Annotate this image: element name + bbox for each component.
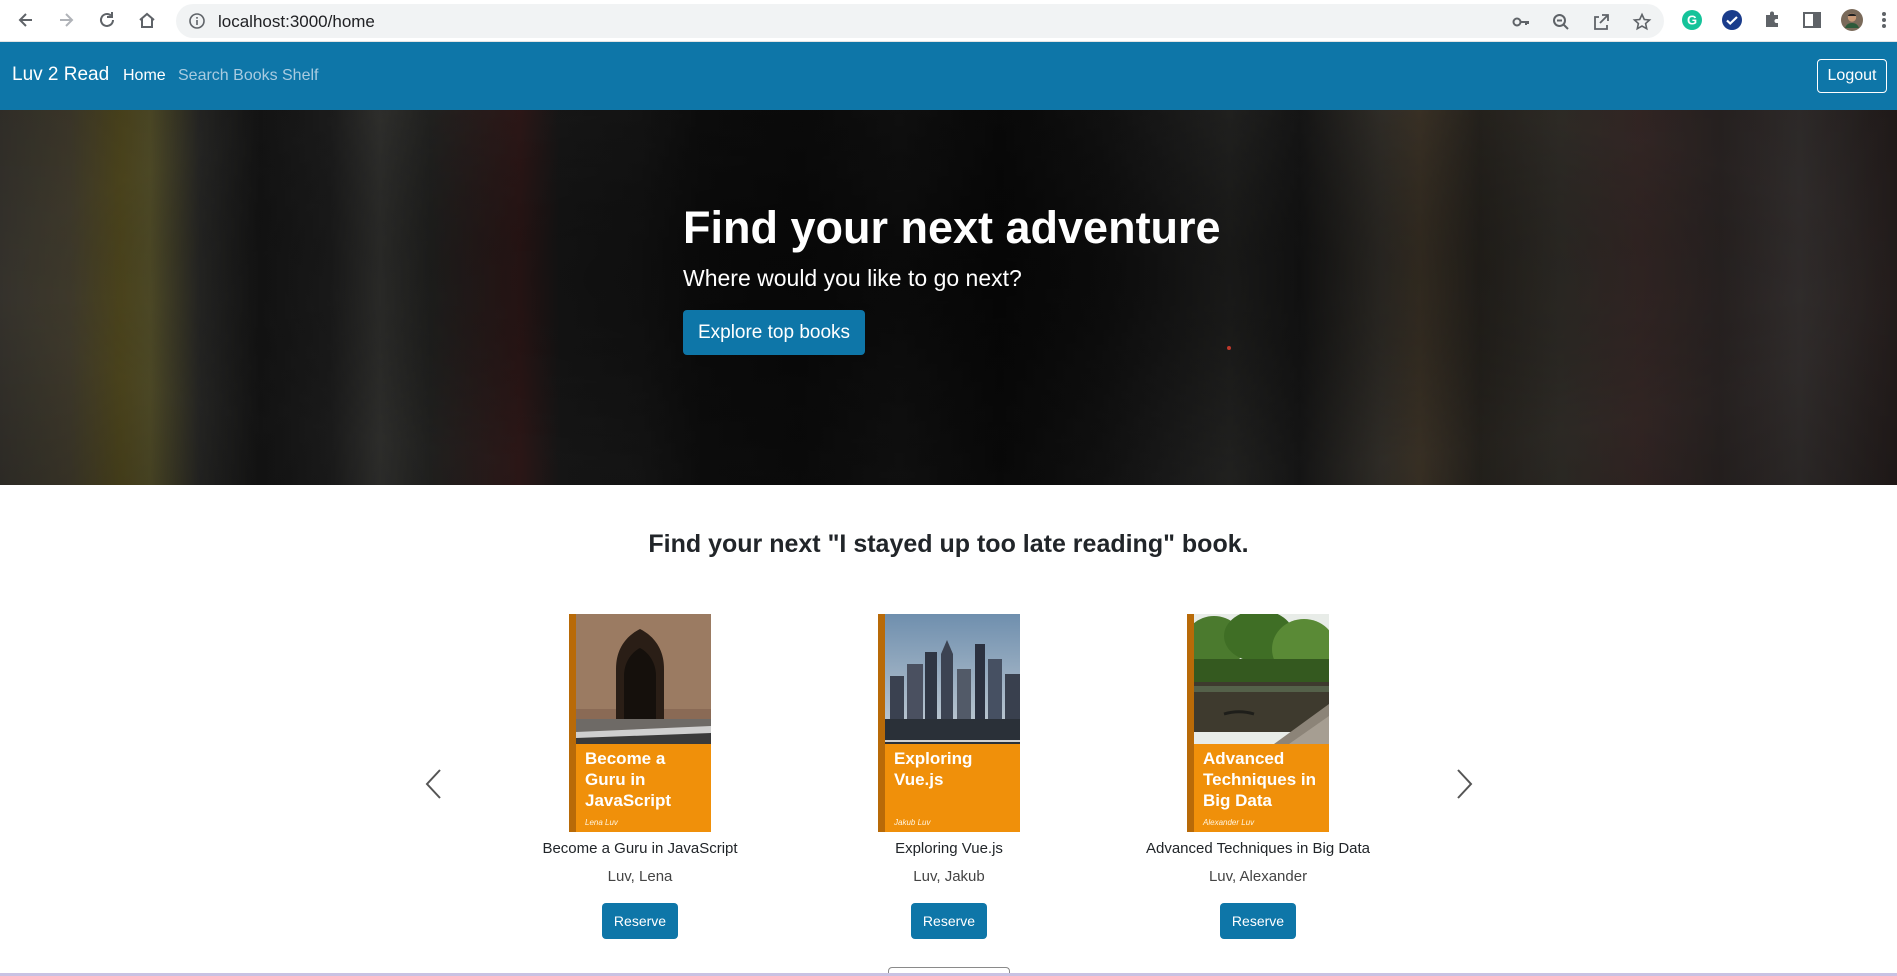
star-icon (1632, 12, 1652, 31)
nav-link-search-books[interactable]: Search Books (178, 67, 278, 85)
share-button[interactable] (1590, 11, 1612, 33)
hero-subtitle: Where would you like to go next? (683, 265, 1022, 291)
cover-author: Lena Luv (585, 818, 618, 827)
carousel-next-button[interactable] (1450, 766, 1480, 802)
chevron-left-icon (425, 769, 441, 799)
password-key-button[interactable] (1510, 11, 1532, 33)
book-cover[interactable]: Advanced Techniques in Big Data Alexande… (1187, 614, 1329, 832)
nav-link-shelf[interactable]: Shelf (282, 67, 318, 85)
bookmark-button[interactable] (1631, 11, 1653, 33)
explore-top-books-button[interactable]: Explore top books (683, 310, 865, 355)
book-author: Luv, Lena (607, 868, 673, 885)
forward-button[interactable] (52, 6, 80, 34)
cover-title: Exploring Vue.js (894, 749, 973, 789)
side-panel-button[interactable] (1799, 7, 1825, 33)
cover-title: Advanced Techniques in Big Data (1203, 749, 1317, 810)
book-cover[interactable]: Exploring Vue.js Jakub Luv (878, 614, 1020, 832)
checkmark-extension-icon (1722, 10, 1742, 30)
chevron-right-icon (1457, 769, 1473, 799)
back-button[interactable] (12, 6, 40, 34)
hero-background-overlay (0, 110, 1897, 485)
reload-button[interactable] (93, 6, 121, 34)
profile-button[interactable] (1839, 7, 1865, 33)
grammarly-icon: G (1682, 10, 1702, 30)
cover-author: Jakub Luv (894, 818, 931, 827)
book-author: Luv, Jakub (913, 868, 985, 885)
more-icon (1882, 12, 1886, 28)
cover-title: Become a Guru in JavaScript (585, 749, 671, 810)
book-title: Exploring Vue.js (895, 840, 1003, 857)
grammarly-extension[interactable]: G (1679, 7, 1705, 33)
browser-toolbar: localhost:3000/home G (0, 0, 1897, 42)
reserve-button[interactable]: Reserve (911, 903, 987, 939)
url-text[interactable]: localhost:3000/home (218, 12, 375, 32)
forward-icon (60, 13, 74, 27)
cover-photo-skyline (885, 614, 1020, 744)
home-icon (139, 12, 155, 28)
check-extension[interactable] (1719, 7, 1745, 33)
book-title: Advanced Techniques in Big Data (1145, 840, 1371, 857)
zoom-out-icon (1553, 14, 1569, 30)
info-icon[interactable] (188, 12, 206, 30)
reserve-button[interactable]: Reserve (602, 903, 678, 939)
svg-text:G: G (1687, 13, 1697, 28)
reload-icon (100, 12, 114, 27)
carousel-prev-button[interactable] (418, 766, 448, 802)
address-bar[interactable]: localhost:3000/home (176, 4, 1664, 38)
reserve-button[interactable]: Reserve (1220, 903, 1296, 939)
sidebar-icon (1803, 12, 1821, 28)
cover-author: Alexander Luv (1203, 818, 1255, 827)
book-cover[interactable]: Become a Guru in JavaScript Lena Luv (569, 614, 711, 832)
app-navbar: Luv 2 Read Home Search Books Shelf Logou… (0, 42, 1897, 110)
zoom-button[interactable] (1550, 11, 1572, 33)
home-button[interactable] (133, 6, 161, 34)
cursor-dot (1227, 346, 1231, 350)
share-icon (1594, 14, 1609, 30)
logout-button[interactable]: Logout (1817, 59, 1887, 93)
browser-menu-button[interactable] (1875, 7, 1893, 33)
hero-title: Find your next adventure (683, 202, 1221, 253)
brand-link[interactable]: Luv 2 Read (12, 64, 109, 86)
cover-photo-river (1194, 614, 1329, 744)
profile-avatar (1841, 9, 1863, 31)
extensions-button[interactable] (1759, 7, 1785, 33)
cover-photo-archway (576, 614, 711, 744)
section-title: Find your next "I stayed up too late rea… (648, 530, 1249, 558)
puzzle-icon (1766, 11, 1778, 27)
back-icon (18, 13, 32, 27)
nav-link-home[interactable]: Home (123, 67, 166, 85)
hero-banner: Find your next adventure Where would you… (0, 110, 1897, 485)
key-icon (1512, 17, 1529, 27)
book-title: Become a Guru in JavaScript (542, 840, 738, 857)
book-author: Luv, Alexander (1208, 868, 1308, 885)
